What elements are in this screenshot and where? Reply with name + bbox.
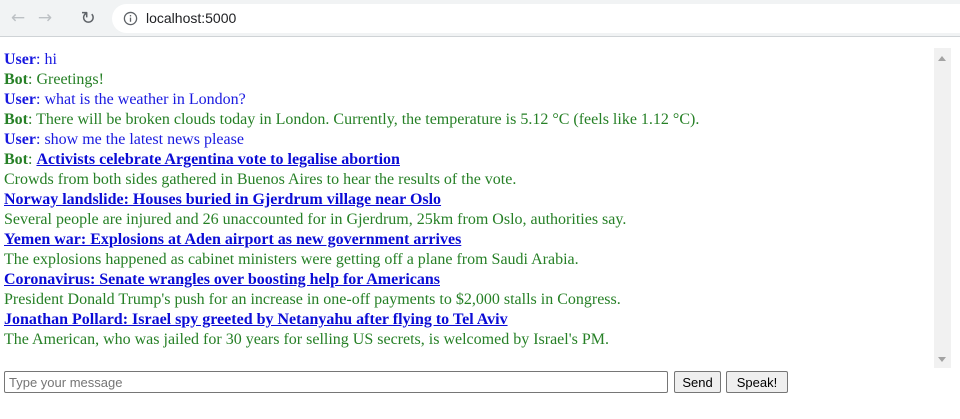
speaker-label: Bot [4, 151, 28, 168]
message-list: User: hi Bot: Greetings! User: what is the… [4, 50, 945, 150]
news-headline-line: Coronavirus: Senate wrangles over boosti… [4, 270, 945, 290]
news-summary: President Donald Trump's push for an inc… [4, 291, 621, 308]
back-arrow-icon[interactable]: ← [6, 6, 30, 30]
speaker-label: User [4, 91, 36, 108]
news-summary: The American, who was jailed for 30 year… [4, 331, 609, 348]
info-icon[interactable] [123, 11, 138, 26]
news-summary: The explosions happened as cabinet minis… [4, 251, 579, 268]
news-link[interactable]: Coronavirus: Senate wrangles over boosti… [4, 271, 440, 288]
message-text: what is the weather in London? [44, 91, 246, 108]
user-message: User: show me the latest news please [4, 131, 244, 148]
chat-scrollbar[interactable] [934, 48, 951, 368]
bot-news-message: Bot: Activists celebrate Argentina vote … [4, 151, 400, 168]
forward-arrow-icon[interactable]: → [33, 6, 57, 30]
chat-log: User: hi Bot: Greetings! User: what is the… [0, 48, 949, 368]
speak-button[interactable]: Speak! [726, 371, 788, 393]
speaker-label: User [4, 51, 36, 68]
speaker-label: User [4, 131, 36, 148]
user-message: User: what is the weather in London? [4, 91, 246, 108]
message-text: hi [44, 51, 57, 68]
speaker-label: Bot [4, 71, 28, 88]
user-message: User: hi [4, 51, 57, 68]
speaker-label: Bot [4, 111, 28, 128]
news-link[interactable]: Jonathan Pollard: Israel spy greeted by … [4, 311, 508, 328]
news-headline-line: Jonathan Pollard: Israel spy greeted by … [4, 310, 945, 330]
bot-message: Bot: Greetings! [4, 71, 104, 88]
message-text: Greetings! [36, 71, 104, 88]
bot-message: Bot: There will be broken clouds today i… [4, 111, 700, 128]
message-input[interactable] [4, 371, 668, 393]
news-headline-line: Yemen war: Explosions at Aden airport as… [4, 230, 945, 250]
scroll-down-arrow-icon[interactable] [938, 357, 946, 362]
news-summary: Crowds from both sides gathered in Bueno… [4, 171, 517, 188]
news-headline-line: Norway landslide: Houses buried in Gjerd… [4, 190, 945, 210]
message-text: show me the latest news please [44, 131, 244, 148]
address-bar[interactable]: localhost:5000 [112, 4, 960, 33]
browser-toolbar: ← → ↻ localhost:5000 [0, 0, 960, 37]
url-text: localhost:5000 [146, 10, 237, 26]
send-button[interactable]: Send [674, 371, 721, 393]
scroll-up-arrow-icon[interactable] [938, 56, 946, 61]
message-text: There will be broken clouds today in Lon… [36, 111, 700, 128]
news-link[interactable]: Norway landslide: Houses buried in Gjerd… [4, 191, 441, 208]
reload-icon[interactable]: ↻ [76, 6, 100, 30]
news-link[interactable]: Yemen war: Explosions at Aden airport as… [4, 231, 461, 248]
news-link[interactable]: Activists celebrate Argentina vote to le… [36, 151, 399, 168]
news-summary: Several people are injured and 26 unacco… [4, 211, 627, 228]
